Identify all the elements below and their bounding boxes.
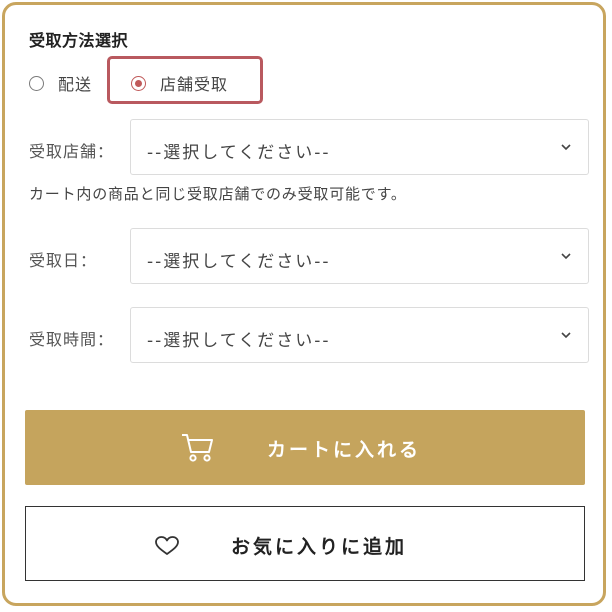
time-select-label: 受取時間：	[29, 330, 115, 349]
store-note: カート内の商品と同じ受取店舗でのみ受取可能です。	[29, 185, 407, 203]
radio-delivery-label: 配送	[58, 75, 93, 94]
radio-delivery[interactable]: 配送	[29, 65, 103, 101]
receive-method-title: 受取方法選択	[29, 31, 129, 50]
cart-icon	[182, 434, 213, 462]
chevron-down-icon	[561, 144, 571, 151]
store-select-value: --選択してください--	[147, 143, 331, 163]
chevron-down-icon	[561, 253, 571, 260]
date-select[interactable]: --選択してください--	[130, 228, 589, 284]
date-select-value: --選択してください--	[147, 252, 331, 272]
add-to-favorites-label: お気に入りに追加	[231, 536, 408, 558]
time-select[interactable]: --選択してください--	[130, 307, 589, 363]
heart-icon	[155, 536, 179, 555]
store-select-label: 受取店舗：	[29, 142, 115, 161]
date-select-label: 受取日：	[29, 251, 98, 270]
add-to-cart-label: カートに入れる	[267, 439, 422, 461]
store-pickup-highlight-box	[107, 56, 263, 104]
add-to-favorites-button[interactable]: お気に入りに追加	[25, 506, 585, 581]
radio-delivery-circle[interactable]	[29, 75, 44, 91]
store-select[interactable]: --選択してください--	[130, 119, 589, 175]
time-select-value: --選択してください--	[147, 331, 331, 351]
chevron-down-icon	[561, 332, 571, 339]
add-to-cart-button[interactable]: カートに入れる	[25, 410, 585, 485]
